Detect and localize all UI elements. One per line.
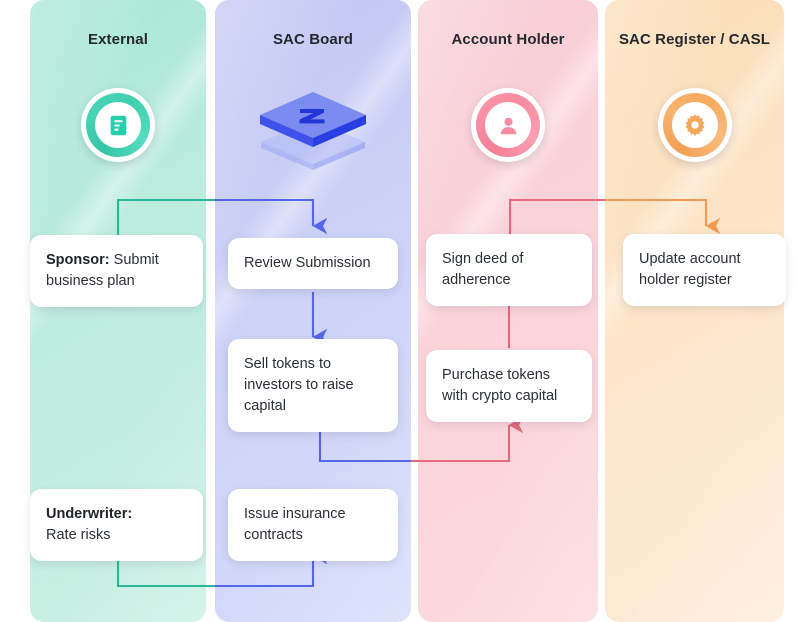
card-text: Sell tokens to investors to raise capita… (244, 356, 354, 414)
card-update-account-holder-register[interactable]: Update account holder register (623, 234, 786, 306)
badge-inner (671, 102, 718, 148)
swimlane-diagram: External SAC Board Account Holder SAC Re… (0, 0, 804, 622)
document-icon-badge (81, 88, 155, 162)
card-text: Update account holder register (639, 251, 741, 288)
swimlane-column-account-holder: Account Holder (418, 0, 598, 622)
gear-icon (685, 114, 704, 136)
gear-icon-badge (657, 88, 732, 162)
badge-inner (95, 102, 141, 148)
card-rate-risks[interactable]: Underwriter: Rate risks (30, 489, 203, 561)
user-icon-badge (471, 88, 545, 162)
card-text: Sign deed of adherence (442, 251, 524, 288)
card-review-submission[interactable]: Review Submission (228, 238, 398, 289)
column-title-sac-register: SAC Register / CASL (618, 31, 771, 48)
swimlane-column-sac-register: SAC Register / CASL (605, 0, 784, 622)
user-icon (500, 117, 516, 134)
card-sell-tokens[interactable]: Sell tokens to investors to raise capita… (228, 339, 398, 432)
card-issue-insurance-contracts[interactable]: Issue insurance contracts (228, 489, 398, 561)
card-role-label: Underwriter: (46, 506, 133, 522)
card-role-label: Sponsor: (46, 252, 114, 268)
card-submit-business-plan[interactable]: Sponsor: Submit business plan (30, 235, 203, 307)
badge-inner (485, 102, 531, 148)
card-sign-deed-of-adherence[interactable]: Sign deed of adherence (426, 234, 592, 306)
card-text: Rate risks (46, 526, 111, 543)
card-text: Purchase tokens with crypto capital (442, 367, 558, 404)
card-purchase-tokens[interactable]: Purchase tokens with crypto capital (426, 350, 592, 422)
stacked-layers-icon (260, 92, 366, 170)
column-title-account-holder: Account Holder (451, 31, 565, 48)
document-icon (110, 115, 126, 135)
card-text: Issue insurance contracts (244, 506, 346, 543)
column-title-external: External (88, 31, 148, 48)
column-title-sac-board: SAC Board (272, 31, 354, 48)
card-text: Review Submission (244, 255, 371, 271)
